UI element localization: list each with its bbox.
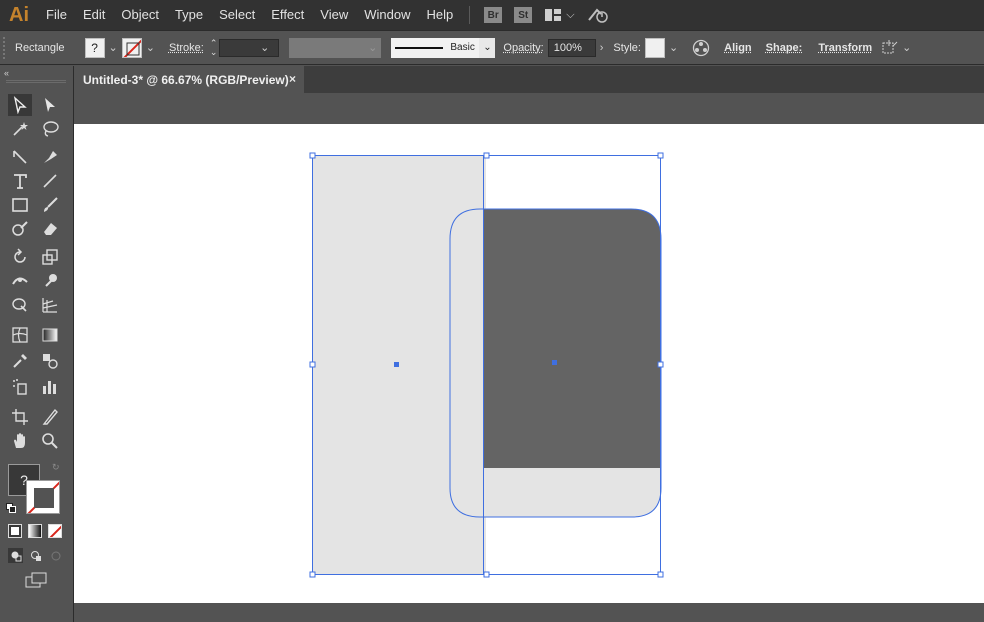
- opacity-input[interactable]: 100%: [547, 38, 596, 57]
- style-label: Style:: [613, 41, 641, 54]
- menu-bar: Ai File Edit Object Type Select Effect V…: [0, 0, 984, 30]
- isolate-selected-icon[interactable]: [880, 39, 898, 56]
- artboard[interactable]: [74, 124, 984, 603]
- brush-dropdown-button[interactable]: ⌄: [479, 37, 496, 58]
- tools-panel: « ↻ ?: [0, 66, 74, 622]
- menu-separator: [469, 6, 471, 24]
- app-logo: Ai: [9, 3, 29, 26]
- fill-dropdown-chevron-icon[interactable]: ⌄: [109, 41, 118, 54]
- stroke-swatch[interactable]: [121, 37, 142, 58]
- control-bar-menu-chevron-icon[interactable]: ⌄: [902, 41, 911, 54]
- default-fill-stroke-icon[interactable]: [6, 502, 16, 513]
- draw-normal-icon[interactable]: [8, 548, 23, 563]
- panel-collapse-icon[interactable]: «: [4, 68, 9, 78]
- stroke-weight-input[interactable]: ⌄: [219, 38, 280, 57]
- chevron-down-icon[interactable]: ⌵: [566, 9, 574, 22]
- pen-tool-icon[interactable]: [8, 146, 32, 168]
- perspective-grid-tool-icon[interactable]: [38, 294, 62, 316]
- hand-tool-icon[interactable]: [8, 430, 32, 452]
- paintbrush-tool-icon[interactable]: [38, 194, 62, 216]
- shape-builder-tool-icon[interactable]: [8, 294, 32, 316]
- direct-selection-tool-icon[interactable]: [38, 94, 62, 116]
- stroke-weight-stepper[interactable]: ⌃ ⌄: [210, 38, 218, 57]
- draw-inside-icon[interactable]: [48, 548, 63, 563]
- menu-object[interactable]: Object: [113, 0, 167, 30]
- type-tool-icon[interactable]: [8, 170, 32, 192]
- menu-edit[interactable]: Edit: [75, 0, 113, 30]
- scale-tool-icon[interactable]: [38, 246, 62, 268]
- menu-help[interactable]: Help: [418, 0, 461, 30]
- document-tab-bar: Untitled-3* @ 66.67% (RGB/Preview) ×: [74, 66, 984, 93]
- brush-stroke-preview: [395, 46, 444, 49]
- document-tab-title: Untitled-3* @ 66.67% (RGB/Preview): [83, 72, 289, 87]
- stock-button[interactable]: St: [514, 7, 533, 23]
- variable-width-profile[interactable]: ⌄: [289, 37, 382, 58]
- gradient-mode-button[interactable]: [28, 524, 42, 538]
- transform-button[interactable]: Transform: [818, 42, 872, 54]
- mesh-tool-icon[interactable]: [8, 324, 32, 346]
- chevron-down-icon: ⌄: [260, 42, 270, 54]
- menu-select[interactable]: Select: [211, 0, 263, 30]
- grip-icon: [3, 36, 11, 59]
- align-button[interactable]: Align: [724, 42, 752, 54]
- draw-behind-icon[interactable]: [28, 548, 43, 563]
- brush-name: Basic: [450, 42, 475, 53]
- menu-window[interactable]: Window: [356, 0, 418, 30]
- magic-wand-tool-icon[interactable]: [8, 118, 32, 140]
- fill-swatch[interactable]: ?: [84, 37, 105, 58]
- blend-tool-icon[interactable]: [38, 350, 62, 372]
- stroke-color-indicator[interactable]: [26, 480, 60, 514]
- gradient-tool-icon[interactable]: [38, 324, 62, 346]
- gpu-performance-icon[interactable]: [587, 6, 609, 24]
- brush-definition[interactable]: Basic: [391, 37, 480, 58]
- menu-effect[interactable]: Effect: [263, 0, 312, 30]
- panel-grip: [6, 80, 66, 83]
- column-graph-tool-icon[interactable]: [38, 376, 62, 398]
- symbol-sprayer-tool-icon[interactable]: [8, 376, 32, 398]
- stroke-label[interactable]: Stroke:: [169, 42, 204, 54]
- recolor-artwork-icon[interactable]: [692, 39, 710, 57]
- close-icon[interactable]: ×: [289, 72, 296, 86]
- none-mode-button[interactable]: [48, 524, 62, 538]
- menu-file[interactable]: File: [38, 0, 75, 30]
- zoom-tool-icon[interactable]: [38, 430, 62, 452]
- opacity-label[interactable]: Opacity:: [503, 42, 543, 54]
- menu-type[interactable]: Type: [167, 0, 211, 30]
- swap-fill-stroke-icon[interactable]: ↻: [52, 462, 60, 473]
- lasso-tool-icon[interactable]: [38, 118, 62, 140]
- stroke-dropdown-chevron-icon[interactable]: ⌄: [146, 41, 155, 54]
- style-dropdown-chevron-icon[interactable]: ⌄: [669, 41, 678, 54]
- rectangle-tool-icon[interactable]: [8, 194, 32, 216]
- line-segment-tool-icon[interactable]: [38, 170, 62, 192]
- bridge-button[interactable]: Br: [484, 7, 503, 23]
- menu-view[interactable]: View: [312, 0, 356, 30]
- tool-name-label: Rectangle: [15, 41, 65, 54]
- eyedropper-tool-icon[interactable]: [8, 350, 32, 372]
- document-tab[interactable]: Untitled-3* @ 66.67% (RGB/Preview) ×: [74, 66, 304, 93]
- control-bar: Rectangle ? ⌄ ⌄ Stroke: ⌃ ⌄ ⌄ ⌄ Basic ⌄ O…: [0, 30, 984, 65]
- puppet-warp-tool-icon[interactable]: [38, 270, 62, 292]
- curvature-tool-icon[interactable]: [38, 146, 62, 168]
- selection-tool-icon[interactable]: [8, 94, 32, 116]
- workspace-layout-icon[interactable]: [544, 8, 562, 22]
- width-tool-icon[interactable]: [8, 270, 32, 292]
- shape-button[interactable]: Shape:: [766, 42, 803, 54]
- graphic-style-swatch[interactable]: [644, 37, 665, 58]
- eraser-tool-icon[interactable]: [38, 218, 62, 240]
- shaper-tool-icon[interactable]: [8, 218, 32, 240]
- rotate-tool-icon[interactable]: [8, 246, 32, 268]
- slice-tool-icon[interactable]: [38, 406, 62, 428]
- artboard-tool-icon[interactable]: [8, 406, 32, 428]
- color-mode-button[interactable]: [8, 524, 22, 538]
- screen-mode-icon[interactable]: [24, 572, 48, 588]
- opacity-expand-icon[interactable]: ›: [600, 42, 604, 54]
